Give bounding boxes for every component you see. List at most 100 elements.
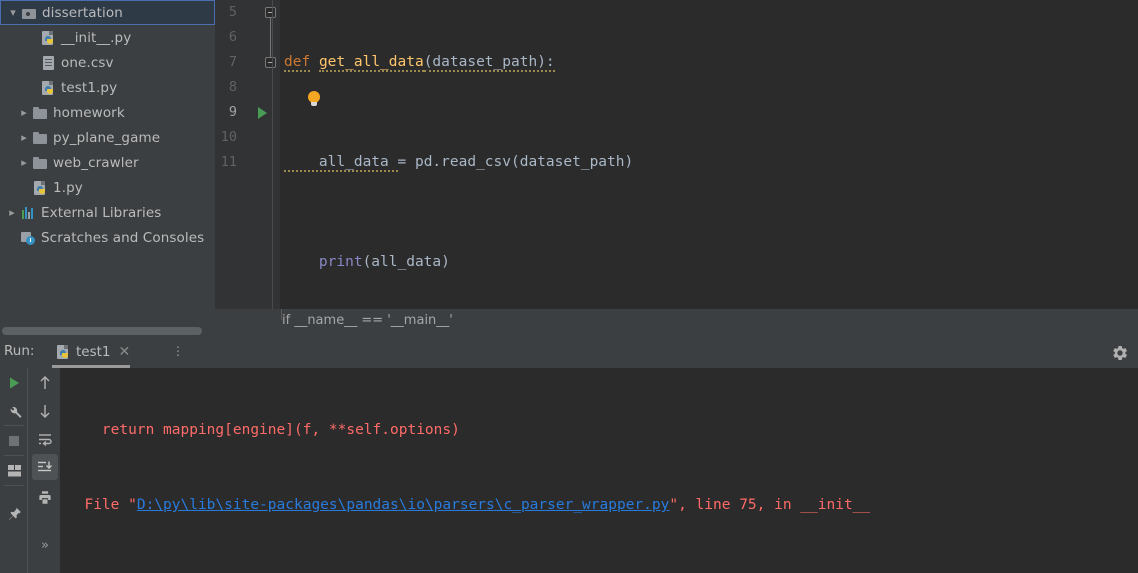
libraries-icon <box>20 205 37 221</box>
line-number: 6 <box>228 29 237 45</box>
tree-item-label: homework <box>53 104 125 121</box>
tree-item-init-py[interactable]: ▸ __init__.py <box>0 25 215 50</box>
project-tree-horizontal-scrollbar[interactable] <box>0 325 215 336</box>
tree-item-label: External Libraries <box>41 204 162 221</box>
tree-item-label: one.csv <box>61 54 114 71</box>
stop-square-icon[interactable] <box>1 428 27 454</box>
run-tab-test1[interactable]: test1 ✕ <box>55 341 130 363</box>
tree-item-label: 1.py <box>53 179 83 196</box>
editor-gutter[interactable]: 5 6 7 8 9 10 11 <box>215 0 320 309</box>
run-label: Run: <box>4 343 35 359</box>
tree-item-web-crawler[interactable]: ▸ web_crawler <box>0 150 215 175</box>
chevron-right-icon[interactable]: ▸ <box>4 207 20 218</box>
fold-region-line <box>270 18 271 60</box>
scrollbar-thumb[interactable] <box>2 327 202 335</box>
tree-item-one-csv[interactable]: ▸ one.csv <box>0 50 215 75</box>
toolbar-separator <box>4 425 24 426</box>
line-number: 11 <box>220 154 237 170</box>
tree-item-label: web_crawler <box>53 154 139 171</box>
arrow-down-icon[interactable] <box>32 398 58 424</box>
tree-item-label: __init__.py <box>61 29 132 46</box>
console-line-text: return mapping[engine](f, **self.options… <box>67 422 460 438</box>
folder-module-icon <box>21 5 38 21</box>
toolbar-separator <box>4 485 24 486</box>
tree-item-1-py[interactable]: ▸ 1.py <box>0 175 215 200</box>
python-file-icon <box>32 180 49 196</box>
tree-item-scratches-and-consoles[interactable]: ▸ Scratches and Consoles <box>0 225 215 250</box>
tree-item-label: dissertation <box>42 4 123 21</box>
line-number: 9 <box>228 104 237 120</box>
scroll-to-end-icon[interactable] <box>32 454 58 480</box>
token-print-builtin: print <box>318 254 363 270</box>
code-line-5[interactable]: def get_all_data(dataset_path): <box>280 50 1138 75</box>
line-number: 10 <box>220 129 237 145</box>
close-icon[interactable]: ✕ <box>119 345 131 359</box>
soft-wrap-icon[interactable] <box>32 426 58 452</box>
code-editor[interactable]: 5 6 7 8 9 10 11 def get_all_data(dataset… <box>215 0 1138 309</box>
fold-marker-function[interactable] <box>265 7 276 18</box>
run-tool-window[interactable]: Run: test1 ✕ ⋮ » return mapping[engine](… <box>0 336 1138 573</box>
run-tab-label: test1 <box>76 344 111 360</box>
folder-icon <box>32 105 49 121</box>
fold-marker-inner[interactable] <box>265 57 276 68</box>
tree-item-homework[interactable]: ▸ homework <box>0 100 215 125</box>
run-tool-window-header: Run: test1 ✕ ⋮ <box>0 336 1138 368</box>
token-function-name: get_all_data <box>318 54 424 72</box>
breadcrumb[interactable]: if __name__ == '__main__' <box>282 313 453 328</box>
console-line: return mapping[engine](f, **self.options… <box>61 418 1138 443</box>
tree-item-external-libraries[interactable]: ▸ External Libraries <box>0 200 215 225</box>
run-primary-toolbar[interactable] <box>0 368 28 573</box>
console-output[interactable]: return mapping[engine](f, **self.options… <box>61 368 1138 573</box>
python-file-icon <box>40 30 57 46</box>
tree-item-py-plane-game[interactable]: ▸ py_plane_game <box>0 125 215 150</box>
token-call: pd.read_csv(dataset_path) <box>414 154 634 170</box>
tree-item-label: test1.py <box>61 79 118 96</box>
csv-file-icon <box>40 55 57 71</box>
pycharm-window: ▾ dissertation ▸ __init__.py ▸ one.csv ▸… <box>0 0 1138 573</box>
token-variable: all_data <box>284 154 398 172</box>
tree-item-dissertation[interactable]: ▾ dissertation <box>0 0 215 25</box>
chevron-right-icon[interactable]: ▸ <box>16 157 32 168</box>
gear-icon[interactable] <box>1111 344 1129 362</box>
console-line: self._reader = parsers.TextReader(src, *… <box>61 568 1138 573</box>
token-assign: = <box>397 154 415 170</box>
tree-item-label: py_plane_game <box>53 129 161 146</box>
chevron-right-icon[interactable]: ▸ <box>16 107 32 118</box>
project-tree-panel[interactable]: ▾ dissertation ▸ __init__.py ▸ one.csv ▸… <box>0 0 215 336</box>
toolbar-separator <box>4 455 24 456</box>
token-def-keyword: def <box>284 54 311 72</box>
folder-icon <box>32 130 49 146</box>
line-number: 7 <box>228 54 237 70</box>
rerun-button[interactable] <box>1 370 27 396</box>
gutter-divider <box>272 0 273 309</box>
code-line-6[interactable]: all_data = pd.read_csv(dataset_path) <box>280 150 1138 175</box>
line-number: 5 <box>228 4 237 20</box>
code-text-area[interactable]: def get_all_data(dataset_path): all_data… <box>280 0 1138 309</box>
console-line-text: File " <box>67 497 137 513</box>
arrow-up-icon[interactable] <box>32 370 58 396</box>
line-number: 8 <box>228 79 237 95</box>
token-function-params: (dataset_path): <box>423 54 555 72</box>
wrench-icon[interactable] <box>1 398 27 424</box>
run-secondary-toolbar[interactable]: » <box>28 368 61 573</box>
tree-item-label: Scratches and Consoles <box>41 229 205 246</box>
run-gutter-icon[interactable] <box>258 107 267 119</box>
folder-icon <box>32 155 49 171</box>
python-file-icon <box>40 80 57 96</box>
chevron-down-icon[interactable]: ▾ <box>5 7 21 18</box>
console-line: File "D:\py\lib\site-packages\pandas\io\… <box>61 493 1138 518</box>
code-line-7[interactable]: print(all_data) <box>280 250 1138 275</box>
layout-icon[interactable] <box>1 458 27 484</box>
scratches-icon <box>20 230 37 246</box>
chevron-double-right-icon[interactable]: » <box>32 532 58 558</box>
chevron-right-icon[interactable]: ▸ <box>16 132 32 143</box>
pin-icon[interactable] <box>1 500 27 526</box>
tree-item-test1-py[interactable]: ▸ test1.py <box>0 75 215 100</box>
token-print-arg: (all_data) <box>362 254 450 270</box>
console-file-link[interactable]: D:\py\lib\site-packages\pandas\io\parser… <box>137 497 670 513</box>
python-file-icon <box>55 344 72 360</box>
printer-icon[interactable] <box>32 484 58 510</box>
console-line-text: ", line 75, in __init__ <box>669 497 871 513</box>
more-vertical-icon[interactable]: ⋮ <box>172 345 184 359</box>
